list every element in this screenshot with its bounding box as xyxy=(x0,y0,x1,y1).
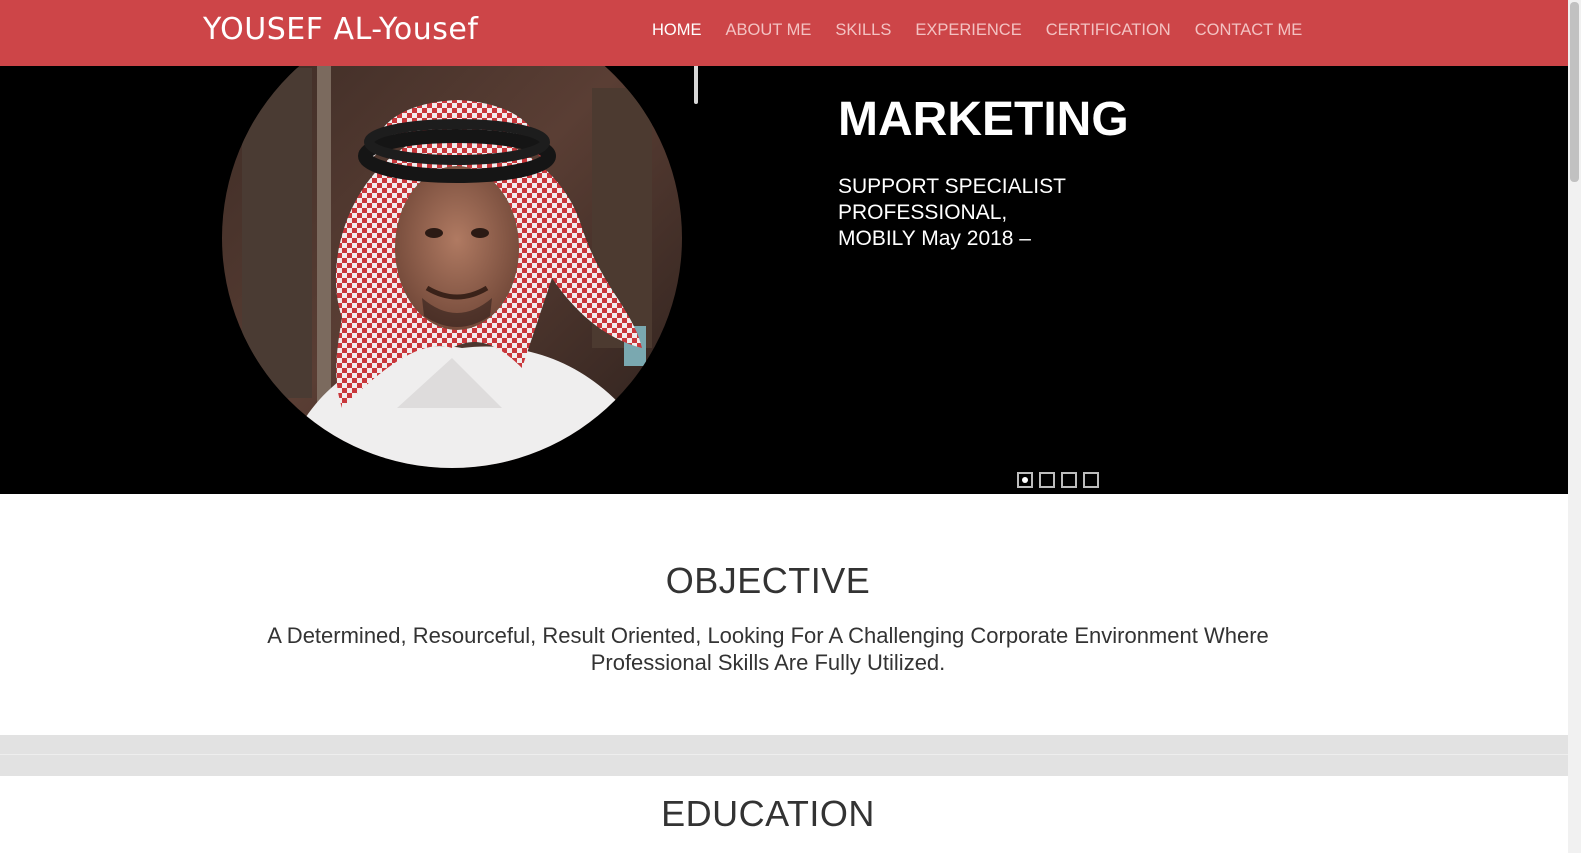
slider-dot-2[interactable] xyxy=(1039,472,1055,488)
top-navbar: YOUSEF AL-Yousef HOME ABOUT ME SKILLS EX… xyxy=(0,0,1581,66)
slide-subtitle-line: PROFESSIONAL, xyxy=(838,201,1008,224)
nav-item-contact-me[interactable]: CONTACT ME xyxy=(1195,21,1303,40)
nav-item-skills[interactable]: SKILLS xyxy=(835,21,891,40)
profile-photo xyxy=(222,66,682,468)
nav-item-certification[interactable]: CERTIFICATION xyxy=(1046,21,1171,40)
nav-item-about-me[interactable]: ABOUT ME xyxy=(726,21,812,40)
objective-heading: OBJECTIVE xyxy=(665,560,871,601)
slide-subtitle: SUPPORT SPECIALIST PROFESSIONAL, MOBILY … xyxy=(838,174,1066,252)
scrollbar-thumb[interactable] xyxy=(1570,2,1579,182)
slider-divider xyxy=(694,66,698,104)
objective-text: A Determined, Resourceful, Result Orient… xyxy=(267,623,1269,675)
section-separator xyxy=(0,735,1581,776)
education-heading: EDUCATION xyxy=(661,793,875,834)
slider-dot-4[interactable] xyxy=(1083,472,1099,488)
slider-dot-3[interactable] xyxy=(1061,472,1077,488)
nav-item-experience[interactable]: EXPERIENCE xyxy=(915,21,1021,40)
site-brand[interactable]: YOUSEF AL-Yousef xyxy=(203,12,478,47)
nav-item-home[interactable]: HOME xyxy=(652,21,702,40)
slider-pagination xyxy=(1017,472,1099,488)
page-scrollbar[interactable] xyxy=(1568,0,1581,853)
nav-menu: HOME ABOUT ME SKILLS EXPERIENCE CERTIFIC… xyxy=(652,21,1326,40)
slide-subtitle-line: SUPPORT SPECIALIST xyxy=(838,175,1066,198)
slide-subtitle-line: MOBILY May 2018 – xyxy=(838,227,1031,250)
slide-title: MARKETING xyxy=(838,93,1129,146)
slider-dot-1[interactable] xyxy=(1017,472,1033,488)
hero-slider: MARKETING SUPPORT SPECIALIST PROFESSIONA… xyxy=(0,66,1581,494)
